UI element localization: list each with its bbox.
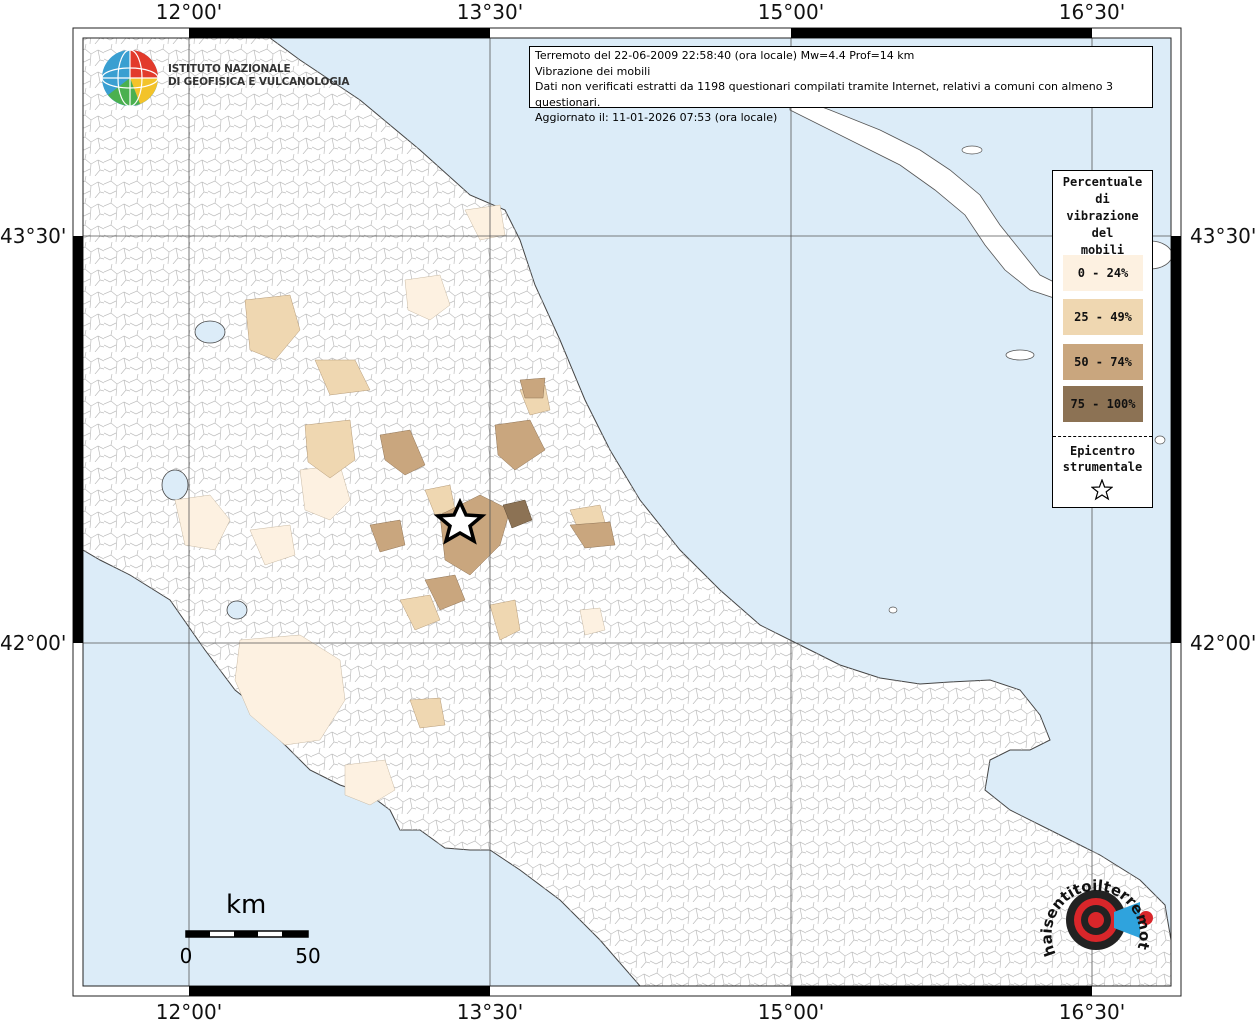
lon-label-bottom-1: 12°00' — [155, 1000, 223, 1024]
legend-class-0-24: 0 - 24% — [1063, 255, 1143, 291]
legend-title: Percentuale di vibrazione del mobili — [1062, 175, 1143, 257]
lat-label-right-1: 43°30' — [1190, 224, 1255, 248]
hsit-logo-icon: haisentitoilterremoto.it — [1036, 862, 1154, 959]
legend-class-50-74: 50 - 74% — [1063, 344, 1143, 380]
lake-bolsena — [161, 469, 189, 501]
legend-class-75-100: 75 - 100% — [1063, 386, 1143, 422]
lon-label-top-4: 16°30' — [1058, 0, 1126, 24]
lat-label-left-1: 43°30' — [0, 224, 67, 248]
ingv-logo-icon — [101, 49, 159, 107]
star-outline-icon — [1091, 479, 1113, 501]
lat-label-right-2: 42°00' — [1190, 631, 1255, 655]
ingv-name-line1: ISTITUTO NAZIONALE — [168, 63, 291, 75]
lon-label-top-3: 15°00' — [757, 0, 825, 24]
event-info-box: Terremoto del 22-06-2009 22:58:40 (ora l… — [529, 46, 1153, 124]
scale-unit: km — [226, 890, 267, 920]
lon-label-bottom-2: 13°30' — [456, 1000, 524, 1024]
legend-epicenter-label: Epicentro strumentale — [1062, 444, 1143, 474]
legend-class-25-49: 25 - 49% — [1063, 299, 1143, 335]
lat-label-left-2: 42°00' — [0, 631, 67, 655]
lon-label-bottom-3: 15°00' — [757, 1000, 825, 1024]
legend-divider — [1053, 436, 1152, 437]
scale-max-label: 50 — [295, 944, 321, 968]
pelagosa-island — [1154, 435, 1166, 445]
lake-bracciano — [226, 600, 248, 620]
lon-label-bottom-4: 16°30' — [1058, 1000, 1126, 1024]
map-parameter: Vibrazione dei mobili — [535, 64, 651, 78]
lastovo-island — [1005, 349, 1035, 361]
data-note: Dati non verificati estratti da 1198 que… — [535, 80, 1114, 109]
lake-trasimeno — [194, 320, 226, 344]
update-time: Aggiornato il: 11-01-2026 07:53 (ora loc… — [535, 111, 778, 124]
ingv-name: ISTITUTO NAZIONALE DI GEOFISICA E VULCAN… — [168, 63, 349, 89]
tremiti-island — [888, 606, 898, 614]
ingv-name-line2: DI GEOFISICA E VULCANOLOGIA — [168, 76, 350, 88]
adriatic-island — [961, 145, 983, 155]
legend: Percentuale di vibrazione del mobili 0 -… — [1052, 170, 1153, 508]
event-title: Terremoto del 22-06-2009 22:58:40 (ora l… — [535, 49, 915, 62]
lon-label-top-2: 13°30' — [456, 0, 524, 24]
lon-label-top-1: 12°00' — [155, 0, 223, 24]
scale-bar — [185, 930, 309, 938]
scale-min-label: 0 — [179, 944, 193, 968]
